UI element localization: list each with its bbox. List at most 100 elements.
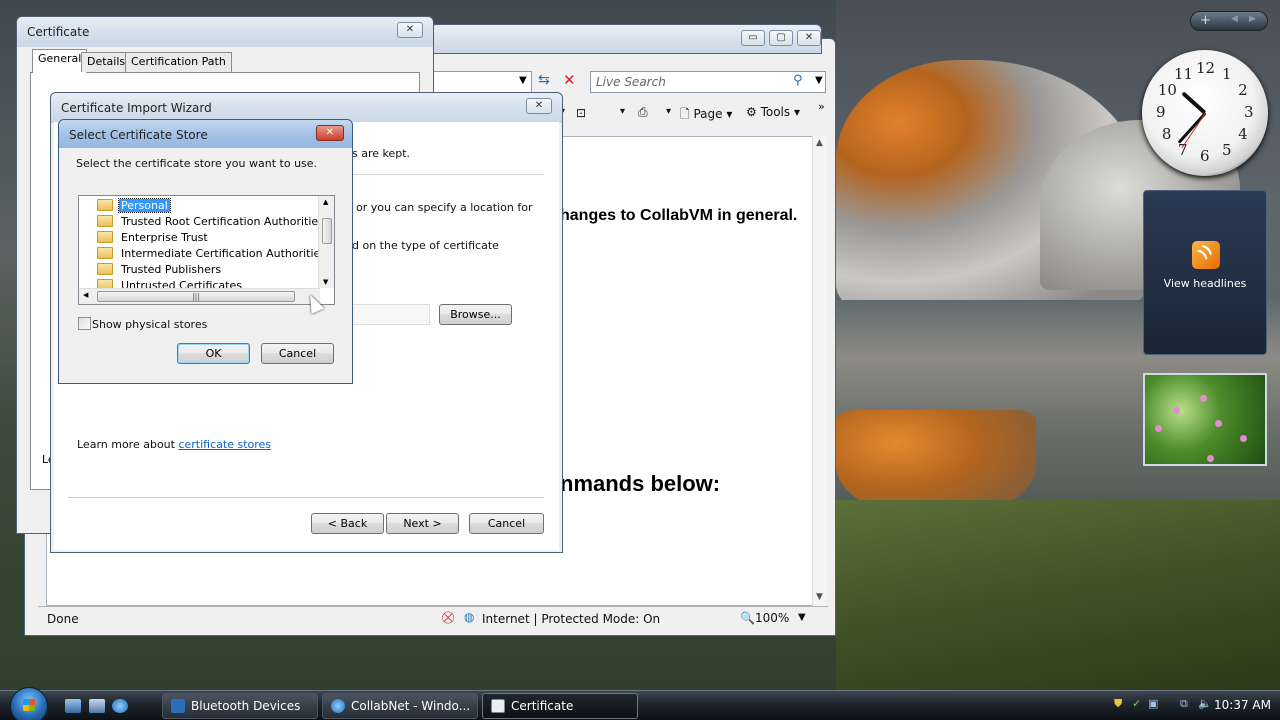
zoom-control[interactable]: 🔍100% — [740, 611, 789, 625]
feed-dropdown-icon[interactable]: ▾ — [620, 106, 625, 117]
scroll-down-icon[interactable]: ▼ — [816, 592, 823, 602]
volume-muted-icon[interactable]: 🔈 — [1198, 697, 1212, 710]
store-dialog-title-bar[interactable]: Select Certificate Store ✕ — [59, 120, 352, 148]
tree-horizontal-scrollbar[interactable]: ◀ ||| — [79, 288, 320, 304]
cancel-button[interactable]: Cancel — [469, 513, 544, 534]
tree-item-trusted-root[interactable]: Trusted Root Certification Authorities — [97, 214, 326, 230]
feed-label[interactable]: View headlines — [1144, 277, 1266, 290]
certificate-store-tree[interactable]: Personal Trusted Root Certification Auth… — [78, 195, 335, 305]
store-path-field[interactable] — [352, 304, 430, 325]
switch-windows-icon[interactable] — [89, 699, 105, 713]
print-icon[interactable]: ⎙ — [638, 105, 648, 120]
clock-number: 1 — [1222, 64, 1232, 83]
task-bluetooth-devices[interactable]: Bluetooth Devices — [162, 693, 318, 719]
clock-number: 12 — [1196, 59, 1216, 77]
feed-headlines-gadget[interactable]: View headlines — [1143, 190, 1267, 355]
tree-item-label: Intermediate Certification Authorities — [121, 247, 327, 260]
tree-item-label: Trusted Root Certification Authorities — [121, 215, 324, 228]
tab-certification-path[interactable]: Certification Path — [125, 52, 232, 72]
tree-item-intermediate[interactable]: Intermediate Certification Authorities — [97, 246, 328, 262]
close-button[interactable]: ✕ — [526, 98, 552, 114]
popup-blocked-icon[interactable]: ⛒ — [442, 610, 454, 625]
tree-item-label: Enterprise Trust — [121, 231, 208, 244]
tab-details[interactable]: Details — [81, 52, 132, 72]
tray-clock[interactable]: 10:37 AM — [1214, 698, 1271, 712]
task-certificate[interactable]: Certificate — [482, 693, 638, 719]
print-dropdown-icon[interactable]: ▾ — [666, 106, 671, 117]
show-physical-stores-checkbox[interactable] — [78, 317, 91, 330]
zoom-dropdown-icon[interactable]: ▼ — [798, 612, 806, 623]
scroll-up-icon[interactable]: ▲ — [816, 138, 823, 148]
add-gadget-icon[interactable]: + — [1200, 13, 1211, 28]
ok-button[interactable]: OK — [177, 343, 250, 364]
minimize-button[interactable]: ▭ — [741, 30, 765, 46]
tree-vertical-scrollbar[interactable]: ▲ ▼ — [318, 196, 334, 288]
search-options-icon[interactable]: ▼ — [815, 75, 823, 86]
tree-item-trusted-publishers[interactable]: Trusted Publishers — [97, 262, 223, 278]
close-button[interactable]: ✕ — [316, 125, 344, 141]
security-zone-text[interactable]: Internet | Protected Mode: On — [482, 612, 660, 626]
flower-mark — [1155, 425, 1162, 432]
sidebar-controls[interactable]: + ◀ ▶ — [1190, 11, 1268, 31]
tree-hscroll-thumb[interactable]: ||| — [97, 291, 295, 302]
tree-item-enterprise-trust[interactable]: Enterprise Trust — [97, 230, 210, 246]
scroll-down-icon[interactable]: ▼ — [323, 278, 328, 286]
stop-icon[interactable]: ✕ — [563, 71, 576, 89]
cancel-button[interactable]: Cancel — [261, 343, 334, 364]
bluetooth-tray-icon[interactable]: ▣ — [1148, 697, 1158, 710]
tools-menu-label: Tools — [760, 105, 791, 119]
certificate-icon — [491, 699, 505, 713]
clock-number: 11 — [1174, 64, 1194, 83]
next-icon[interactable]: ▶ — [1249, 14, 1256, 24]
taskbar: Bluetooth Devices CollabNet - Windo... C… — [0, 687, 1280, 720]
page-menu[interactable]: 🗋 Page ▾ — [680, 105, 732, 126]
bluetooth-icon — [171, 699, 185, 713]
zoom-level: 100% — [754, 611, 790, 625]
chevron-more-icon[interactable]: » — [818, 100, 825, 113]
slideshow-gadget[interactable] — [1143, 373, 1267, 466]
task-label: CollabNet - Windo... — [351, 699, 471, 713]
ie-title-bar[interactable]: ▭ ▢ ✕ — [430, 24, 822, 54]
ie-vertical-scrollbar[interactable]: ▲ ▼ — [812, 136, 827, 606]
live-search-input[interactable]: Live Search — [590, 71, 826, 93]
show-desktop-icon[interactable] — [65, 699, 81, 713]
close-button[interactable]: ✕ — [397, 22, 423, 38]
certificate-stores-link[interactable]: certificate stores — [178, 438, 271, 451]
close-button[interactable]: ✕ — [797, 30, 821, 46]
maximize-button[interactable]: ▢ — [769, 30, 793, 46]
tree-vscroll-thumb[interactable] — [322, 218, 332, 244]
task-label: Bluetooth Devices — [191, 699, 301, 713]
network-icon[interactable]: ⧉ — [1180, 697, 1188, 711]
start-button[interactable] — [10, 687, 48, 720]
internet-explorer-icon[interactable] — [112, 699, 128, 713]
clock-gadget[interactable]: 12 1 2 3 4 5 6 7 8 9 10 11 — [1142, 50, 1268, 176]
flower-mark — [1200, 395, 1207, 402]
task-collabnet[interactable]: CollabNet - Windo... — [322, 693, 478, 719]
next-button[interactable]: Next > — [386, 513, 459, 534]
back-button[interactable]: < Back — [311, 513, 384, 534]
wizard-text-type: d on the type of certificate — [352, 239, 499, 252]
tree-item-personal[interactable]: Personal — [97, 198, 171, 214]
security-shield-icon[interactable]: ⛊ — [1114, 697, 1122, 711]
flower-mark — [1207, 455, 1214, 462]
tab-general[interactable]: General — [32, 49, 88, 73]
address-bar[interactable] — [432, 71, 532, 93]
rss-feed-icon[interactable]: ⊡ — [576, 106, 586, 120]
show-physical-stores-label[interactable]: Show physical stores — [92, 318, 207, 331]
address-dropdown-icon[interactable]: ▼ — [519, 75, 527, 86]
status-text: Done — [47, 612, 79, 626]
tree-item-label: Trusted Publishers — [121, 263, 222, 276]
refresh-icon[interactable]: ⇆ — [538, 72, 550, 88]
clock-number: 9 — [1156, 103, 1166, 121]
scroll-up-icon[interactable]: ▲ — [323, 198, 328, 206]
certificate-title-bar[interactable]: Certificate ✕ — [17, 17, 433, 47]
checkmark-icon[interactable]: ✓ — [1132, 697, 1141, 710]
previous-icon[interactable]: ◀ — [1231, 14, 1238, 24]
tools-menu[interactable]: ⚙ Tools ▾ — [746, 105, 800, 119]
search-icon[interactable]: ⚲ — [793, 73, 803, 88]
flower-mark — [1240, 435, 1247, 442]
wizard-footer-divider — [68, 497, 544, 498]
scroll-left-icon[interactable]: ◀ — [83, 291, 88, 299]
browse-button[interactable]: Browse... — [439, 304, 512, 325]
page-heading-text: hanges to CollabVM in general. — [560, 207, 798, 224]
